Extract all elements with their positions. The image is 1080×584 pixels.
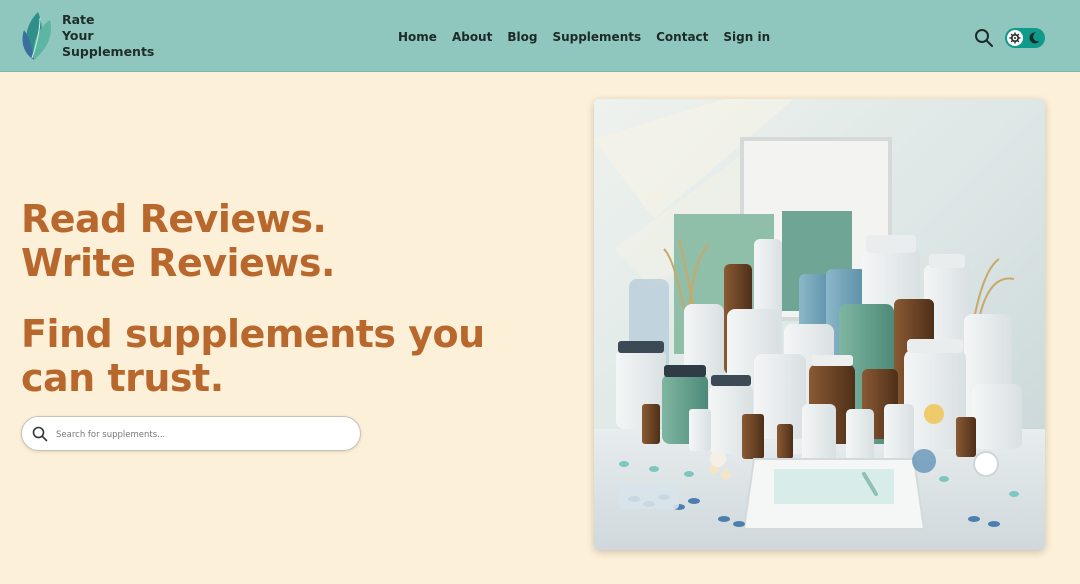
brand-name-line: Your [62,28,94,43]
supplements-illustration [594,99,1045,550]
supplement-search[interactable] [21,416,361,451]
nav-blog[interactable]: Blog [507,30,537,44]
brand-name-line: Rate [62,12,95,27]
search-icon [32,426,48,442]
hero-line: can trust. [21,356,224,400]
nav-contact[interactable]: Contact [656,30,708,44]
hero-line: Write Reviews. [21,241,335,285]
nav-home[interactable]: Home [398,30,437,44]
hero-line: Find supplements you [21,312,485,356]
moon-icon [1029,32,1040,44]
search-input[interactable] [54,424,348,446]
leaf-logo-icon [22,12,52,60]
site-logo[interactable]: Rate Your Supplements [18,10,172,62]
hero-subheadline: Find supplements you can trust. [21,312,541,400]
hero-headline: Read Reviews. Write Reviews. [21,197,335,285]
search-icon[interactable] [974,28,994,48]
theme-toggle[interactable] [1005,28,1045,48]
brand-name: Rate Your Supplements [62,12,172,60]
hero-line: Read Reviews. [21,197,327,241]
nav-about[interactable]: About [452,30,492,44]
site-header: Rate Your Supplements Home About Blog Su… [0,0,1080,72]
toggle-knob [1007,30,1023,46]
gear-icon [1009,32,1021,44]
nav-sign-in[interactable]: Sign in [723,30,770,44]
main-nav: Home About Blog Supplements Contact Sign… [398,30,785,44]
nav-supplements[interactable]: Supplements [552,30,641,44]
supplements-hero-image [594,99,1045,550]
brand-name-line: Supplements [62,44,155,59]
